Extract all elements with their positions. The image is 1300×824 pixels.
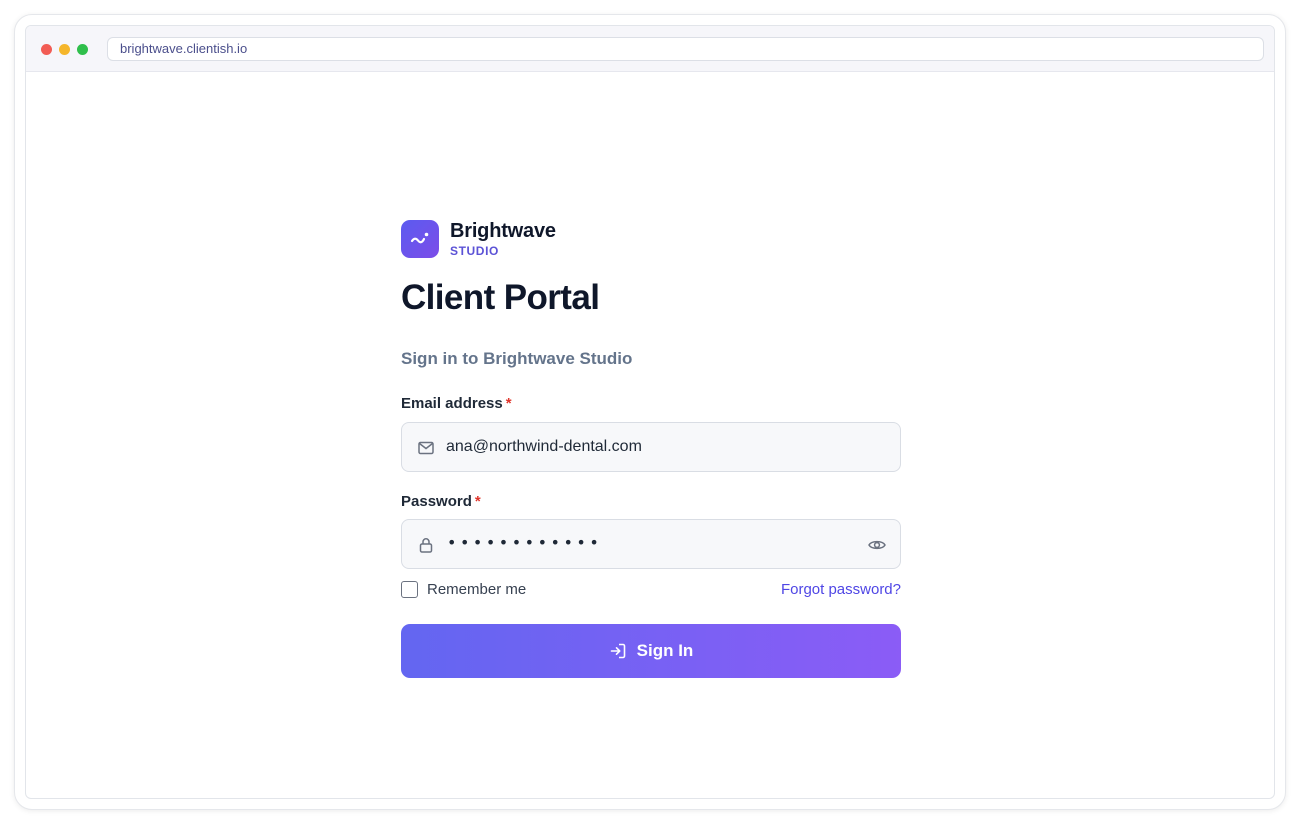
brand-header: Brightwave STUDIO (401, 220, 901, 260)
mail-icon (418, 441, 434, 455)
required-marker: * (505, 395, 512, 412)
brand-tagline: STUDIO (450, 244, 499, 258)
sign-in-icon (610, 643, 625, 659)
email-label: Email address * (401, 395, 512, 412)
password-input[interactable]: •••••••••••• (447, 533, 602, 552)
brand-name: Brightwave (450, 220, 556, 242)
password-field[interactable]: •••••••••••• (401, 519, 901, 569)
lock-icon (419, 538, 433, 553)
maximize-window-button[interactable] (77, 44, 88, 55)
sign-in-button[interactable]: Sign In (401, 624, 901, 678)
eye-icon[interactable] (867, 535, 887, 555)
remember-me-checkbox[interactable] (401, 581, 418, 598)
email-label-text: Email address (401, 395, 503, 412)
page-title: Client Portal (401, 278, 600, 317)
minimize-window-button[interactable] (59, 44, 70, 55)
sign-in-label: Sign In (636, 641, 694, 660)
browser-window: brightwave.clientish.io Brightwave STUDI… (25, 25, 1275, 799)
email-input[interactable] (446, 423, 846, 471)
wave-icon (401, 220, 439, 258)
email-field[interactable] (401, 422, 901, 472)
required-marker: * (474, 493, 481, 510)
remember-me-label[interactable]: Remember me (427, 581, 526, 598)
close-window-button[interactable] (41, 44, 52, 55)
login-card: Brightwave STUDIO Client Portal Sign in … (401, 220, 901, 678)
password-label: Password * (401, 493, 481, 510)
forgot-password-link[interactable]: Forgot password? (781, 581, 901, 598)
page-subtitle: Sign in to Brightwave Studio (401, 349, 633, 368)
address-bar[interactable]: brightwave.clientish.io (107, 37, 1264, 61)
remember-row: Remember me Forgot password? (401, 581, 901, 601)
password-label-text: Password (401, 493, 472, 510)
browser-titlebar: brightwave.clientish.io (26, 26, 1274, 72)
